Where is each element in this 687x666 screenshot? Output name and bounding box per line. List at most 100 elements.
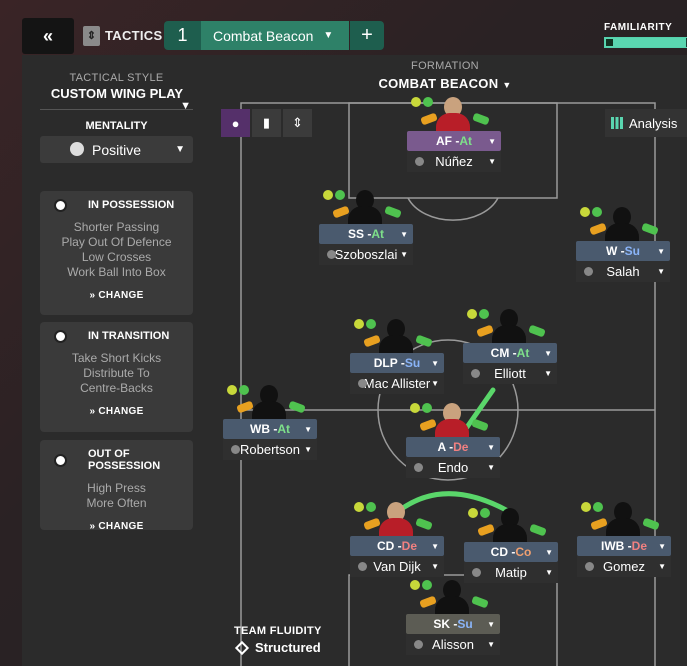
chevron-down-icon: ▼ (180, 100, 191, 112)
player-role[interactable]: DLP - Su ▼ (350, 353, 444, 373)
player-name-select[interactable]: Van Dijk ▼ (350, 556, 444, 577)
out-of-possession-title: OUT OF POSSESSION (88, 448, 161, 472)
in-possession-instructions: Shorter Passing Play Out Of Defence Low … (40, 220, 193, 280)
status-icon (422, 403, 432, 413)
out-of-possession-instructions: High Press More Often (40, 481, 193, 511)
familiarity[interactable]: FAMILIARITY (604, 22, 687, 48)
team-fluidity-value[interactable]: Structured (234, 640, 321, 655)
player-silhouette (379, 317, 413, 353)
tactics-icon: ⇕ (83, 26, 100, 46)
roles-view-button[interactable]: ⇕ (283, 109, 312, 137)
player-role[interactable]: IWB - De ▼ (577, 536, 671, 556)
player-role[interactable]: CD - Co ▼ (464, 542, 558, 562)
player-name: Mac Allister (363, 376, 431, 391)
instruction: Work Ball Into Box (67, 265, 166, 279)
player-role[interactable]: SK - Su ▼ (406, 614, 500, 634)
boot-icon (471, 418, 489, 432)
person-icon (414, 640, 423, 649)
player-name-select[interactable]: Núñez ▼ (407, 151, 501, 172)
player-card-elliott[interactable]: CM - At ▼ Elliott ▼ (463, 307, 557, 384)
status-icon (335, 190, 345, 200)
chevron-down-icon: ▼ (323, 30, 334, 41)
player-card-robertson[interactable]: WB - At ▼ Robertson ▼ (223, 383, 317, 460)
role-name: DLP - (373, 356, 405, 370)
player-name-select[interactable]: Alisson ▼ (406, 634, 500, 655)
role-name: SS - (347, 227, 372, 241)
player-card-núñez[interactable]: AF - At ▼ Núñez ▼ (407, 95, 501, 172)
tactic-name: Combat Beacon (213, 27, 314, 44)
player-name-select[interactable]: Elliott ▼ (463, 363, 557, 384)
status-icon (592, 207, 602, 217)
chevron-down-icon: ▼ (487, 640, 495, 649)
in-transition-title: IN TRANSITION (88, 330, 170, 342)
player-name-select[interactable]: Mac Allister ▼ (350, 373, 444, 394)
role-name: A - (437, 440, 454, 454)
status-icon (581, 502, 591, 512)
analysis-button[interactable]: Analysis (605, 109, 687, 137)
role-duty: At (459, 134, 472, 148)
player-card-alisson[interactable]: SK - Su ▼ Alisson ▼ (406, 578, 500, 655)
mentality-label: MENTALITY (85, 120, 148, 132)
player-card-endo[interactable]: A - De ▼ Endo ▼ (406, 401, 500, 478)
player-name-select[interactable]: Szoboszlai ▼ (319, 244, 413, 265)
chevron-down-icon: ▼ (175, 144, 185, 155)
player-silhouette (605, 205, 639, 241)
player-silhouette (492, 307, 526, 343)
transition-icon (54, 329, 67, 343)
tactic-slot-number[interactable]: 1 (164, 21, 201, 50)
player-silhouette (606, 500, 640, 536)
stats-view-button[interactable]: ▮ (252, 109, 281, 137)
player-role[interactable]: CD - De ▼ (350, 536, 444, 556)
player-silhouette (436, 95, 470, 131)
player-figure (350, 500, 444, 536)
tactic-selector[interactable]: Combat Beacon ▼ (201, 21, 349, 50)
change-out-of-possession-button[interactable]: » CHANGE (40, 521, 193, 532)
role-name: W - (606, 244, 625, 258)
mentality-select[interactable]: Positive ▼ (40, 136, 193, 163)
player-card-salah[interactable]: W - Su ▼ Salah ▼ (576, 205, 670, 282)
player-role[interactable]: AF - At ▼ (407, 131, 501, 151)
change-in-transition-button[interactable]: » CHANGE (40, 406, 193, 417)
boot-icon (415, 334, 433, 348)
change-in-possession-button[interactable]: » CHANGE (40, 290, 193, 301)
player-card-van-dijk[interactable]: CD - De ▼ Van Dijk ▼ (350, 500, 444, 577)
status-icon (354, 319, 364, 329)
chevron-down-icon: ▼ (487, 442, 495, 452)
player-figure (350, 317, 444, 353)
player-name-select[interactable]: Salah ▼ (576, 261, 670, 282)
role-name: SK - (433, 617, 458, 631)
player-silhouette (252, 383, 286, 419)
player-role[interactable]: SS - At ▼ (319, 224, 413, 244)
instruction: Distribute To (83, 366, 150, 380)
player-name: Szoboszlai (334, 247, 398, 262)
player-name-select[interactable]: Robertson ▼ (223, 439, 317, 460)
player-role[interactable]: W - Su ▼ (576, 241, 670, 261)
chevron-down-icon: ▼ (657, 267, 665, 276)
instruction: Shorter Passing (73, 220, 160, 234)
instructions-view-button[interactable]: ● (221, 109, 250, 137)
chevron-down-icon: ▼ (488, 136, 496, 146)
player-role[interactable]: CM - At ▼ (463, 343, 557, 363)
boot-icon (528, 324, 546, 338)
back-button[interactable]: « (22, 18, 74, 54)
player-card-gomez[interactable]: IWB - De ▼ Gomez ▼ (577, 500, 671, 577)
role-duty: Su (404, 356, 421, 370)
mentality-icon (70, 142, 84, 156)
in-possession-title: IN POSSESSION (88, 199, 175, 211)
status-icon (239, 385, 249, 395)
status-icon (480, 508, 490, 518)
status-icon (422, 580, 432, 590)
player-card-matip[interactable]: CD - Co ▼ Matip ▼ (464, 506, 558, 583)
player-card-mac-allister[interactable]: DLP - Su ▼ Mac Allister ▼ (350, 317, 444, 394)
player-role[interactable]: A - De ▼ (406, 437, 500, 457)
player-role[interactable]: WB - At ▼ (223, 419, 317, 439)
add-tactic-button[interactable]: + (350, 21, 384, 50)
condition-icons (581, 502, 605, 512)
player-name-select[interactable]: Endo ▼ (406, 457, 500, 478)
chevron-down-icon: ▼ (304, 445, 312, 454)
player-card-szoboszlai[interactable]: SS - At ▼ Szoboszlai ▼ (319, 188, 413, 265)
player-silhouette (379, 500, 413, 536)
player-name-select[interactable]: Gomez ▼ (577, 556, 671, 577)
condition-icons (227, 385, 251, 395)
tactical-style[interactable]: TACTICAL STYLE CUSTOM WING PLAY ▼ MENTAL… (40, 72, 193, 163)
